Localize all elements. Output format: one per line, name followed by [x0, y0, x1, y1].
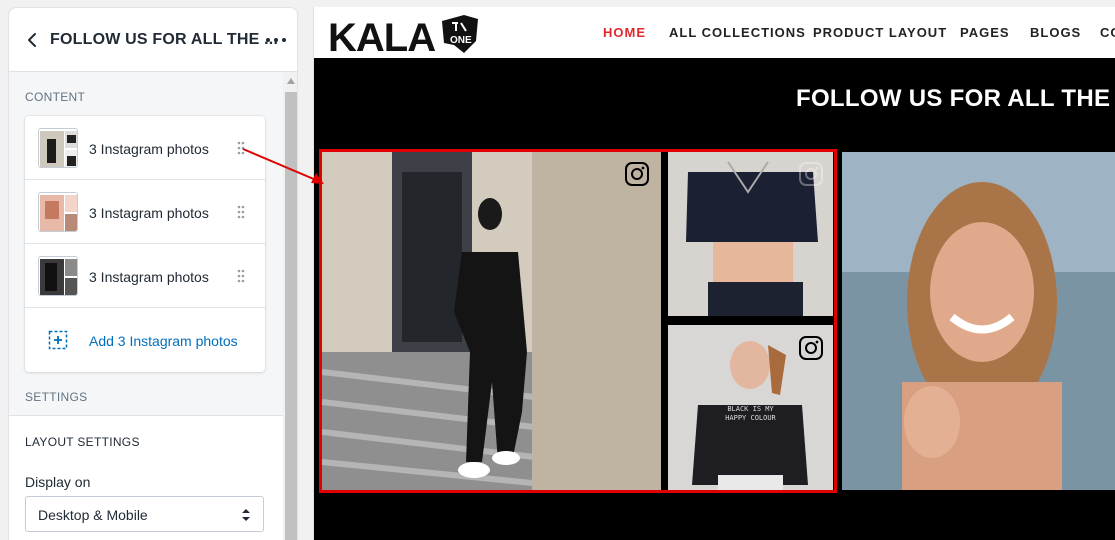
instagram-photo-bottom[interactable]: BLACK IS MY HAPPY COLOUR: [668, 325, 833, 490]
block-item-instagram-3[interactable]: 3 Instagram photos: [25, 244, 265, 308]
display-on-value: Desktop & Mobile: [38, 507, 148, 523]
select-arrows-icon: [242, 509, 250, 521]
layout-settings-heading: LAYOUT SETTINGS: [25, 435, 140, 449]
add-block-icon: [48, 330, 68, 350]
svg-text:KALA: KALA: [328, 16, 435, 55]
drag-handle-icon[interactable]: [236, 141, 246, 155]
instagram-photo-next[interactable]: [842, 152, 1115, 490]
svg-text:ONE: ONE: [450, 35, 472, 46]
block-thumbnail: [38, 192, 78, 232]
instagram-icon[interactable]: [624, 161, 650, 187]
instagram-photo-top[interactable]: [668, 152, 833, 316]
shirt-print-text: BLACK IS MY HAPPY COLOUR: [725, 405, 776, 422]
store-preview: KALA ONE HOME ALL COLLECTIONS PRODUCT LA…: [313, 7, 1115, 540]
instagram-photo-large[interactable]: [322, 152, 661, 490]
block-label: 3 Instagram photos: [89, 269, 209, 285]
scroll-up-icon[interactable]: [287, 78, 295, 84]
instagram-section-heading: FOLLOW US FOR ALL THE FAS: [796, 85, 1115, 112]
block-item-instagram-1[interactable]: 3 Instagram photos: [25, 116, 265, 180]
store-logo[interactable]: KALA ONE: [328, 11, 484, 55]
nav-all-collections[interactable]: ALL COLLECTIONS: [669, 25, 806, 40]
display-on-select[interactable]: Desktop & Mobile: [25, 496, 264, 532]
add-block-button[interactable]: Add 3 Instagram photos: [25, 308, 265, 372]
sidebar-header: FOLLOW US FOR ALL THE ...: [9, 8, 297, 72]
drag-handle-icon[interactable]: [236, 269, 246, 283]
nav-pages[interactable]: PAGES: [960, 25, 1010, 40]
block-thumbnail: [38, 256, 78, 296]
editor-sidebar: FOLLOW US FOR ALL THE ... CONTENT 3 Inst…: [8, 7, 298, 540]
settings-card: LAYOUT SETTINGS Display on Desktop & Mob…: [9, 415, 283, 540]
nav-home[interactable]: HOME: [603, 25, 646, 40]
content-label: CONTENT: [25, 90, 86, 104]
scrollbar-thumb[interactable]: [285, 92, 297, 540]
theme-editor: FOLLOW US FOR ALL THE ... CONTENT 3 Inst…: [0, 0, 1115, 540]
blocks-list: 3 Instagram photos 3 Instagram photos 3 …: [25, 116, 265, 372]
instagram-icon[interactable]: [798, 161, 824, 187]
more-horizontal-icon[interactable]: [265, 32, 287, 48]
section-title: FOLLOW US FOR ALL THE ...: [50, 31, 279, 48]
instagram-icon[interactable]: [798, 335, 824, 361]
add-block-label: Add 3 Instagram photos: [89, 333, 238, 349]
drag-handle-icon[interactable]: [236, 205, 246, 219]
block-label: 3 Instagram photos: [89, 205, 209, 221]
nav-more-truncated[interactable]: CO: [1100, 25, 1115, 40]
site-header: KALA ONE HOME ALL COLLECTIONS PRODUCT LA…: [314, 7, 1115, 58]
sidebar-scrollbar[interactable]: [283, 72, 297, 540]
nav-product-layout[interactable]: PRODUCT LAYOUT: [813, 25, 947, 40]
block-item-instagram-2[interactable]: 3 Instagram photos: [25, 180, 265, 244]
settings-label: SETTINGS: [25, 390, 88, 404]
chevron-left-icon[interactable]: [24, 30, 40, 50]
nav-blogs[interactable]: BLOGS: [1030, 25, 1081, 40]
block-label: 3 Instagram photos: [89, 141, 209, 157]
block-thumbnail: [38, 128, 78, 168]
display-on-label: Display on: [25, 474, 91, 490]
